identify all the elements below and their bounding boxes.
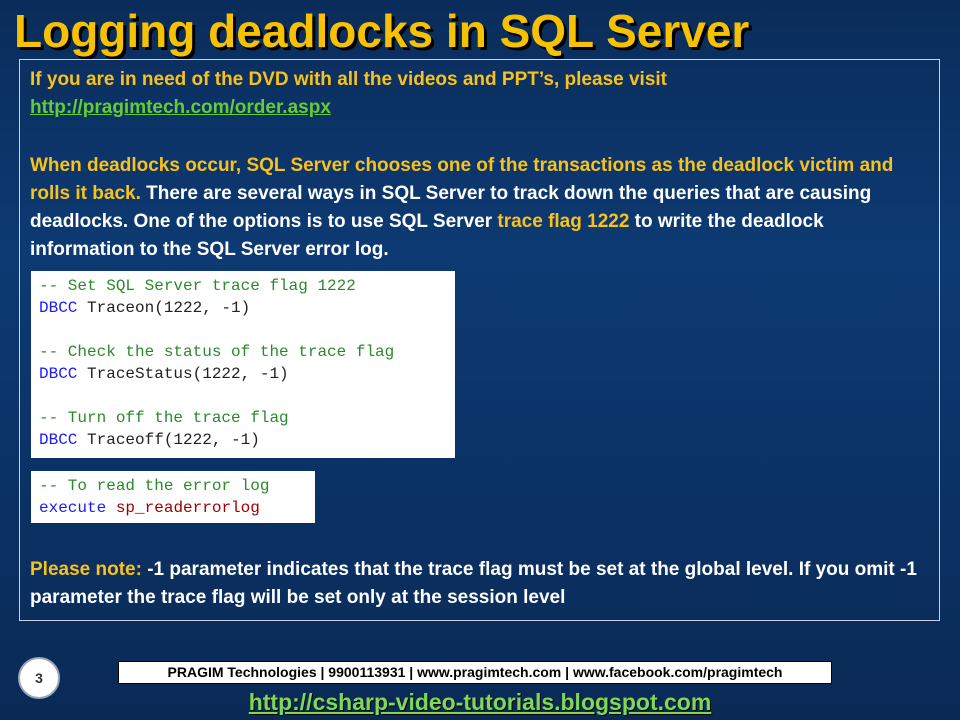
note-label: Please note: [30, 559, 142, 580]
code-comment: -- Check the status of the trace flag [39, 343, 395, 361]
code-comment: -- To read the error log [39, 477, 270, 495]
dvd-paragraph: If you are in need of the DVD with all t… [30, 66, 930, 122]
code-comment: -- Set SQL Server trace flag 1222 [39, 277, 356, 295]
code-args: (1222, -1) [192, 365, 289, 383]
code-keyword: DBCC [39, 299, 78, 317]
code-args: (1222, -1) [163, 431, 260, 449]
note-text: -1 parameter indicates that the trace fl… [30, 559, 917, 608]
trace-flag-highlight: trace flag 1222 [497, 211, 630, 232]
code-keyword: DBCC [39, 431, 78, 449]
dvd-text: If you are in need of the DVD with all t… [30, 69, 668, 90]
code-block-error-log: -- To read the error log execute sp_read… [31, 471, 315, 523]
code-args: (1222, -1) [154, 299, 251, 317]
deadlock-paragraph: When deadlocks occur, SQL Server chooses… [30, 152, 930, 264]
order-link[interactable]: http://pragimtech.com/order.aspx [30, 97, 331, 118]
code-comment: -- Turn off the trace flag [39, 409, 289, 427]
code-function: Traceoff [77, 431, 164, 449]
code-function: Traceon [77, 299, 155, 317]
code-function: TraceStatus [77, 365, 193, 383]
code-keyword: DBCC [39, 365, 78, 383]
content-box: If you are in need of the DVD with all t… [19, 59, 940, 621]
blog-link[interactable]: http://csharp-video-tutorials.blogspot.c… [0, 689, 960, 716]
slide-title: Logging deadlocks in SQL Server [14, 5, 750, 57]
code-procedure: sp_readerrorlog [115, 499, 260, 517]
footer-bar: PRAGIM Technologies | 9900113931 | www.p… [118, 661, 832, 684]
note-paragraph: Please note: -1 parameter indicates that… [30, 556, 930, 612]
code-keyword: execute [39, 499, 107, 517]
code-block-trace-flag: -- Set SQL Server trace flag 1222 DBCC T… [31, 271, 455, 458]
